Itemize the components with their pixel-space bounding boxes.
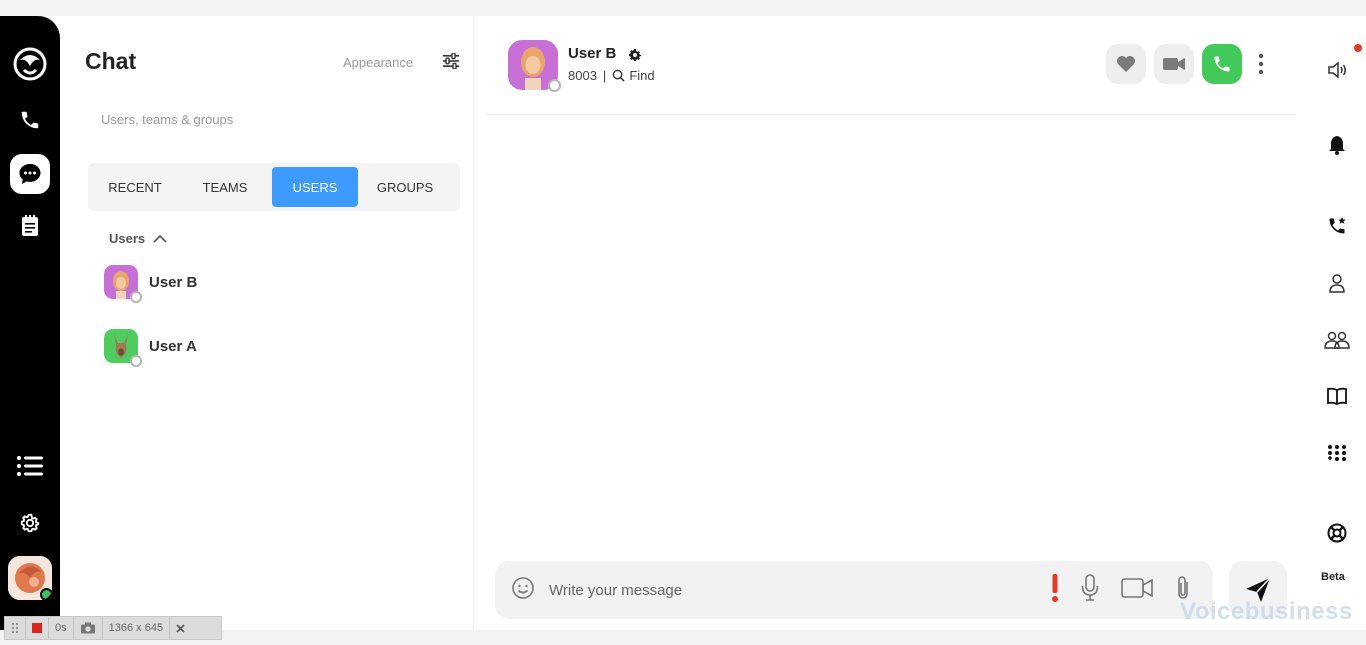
video-message-icon[interactable] [1121, 577, 1153, 604]
tab-bar: RECENT TEAMS USERS GROUPS [88, 163, 460, 211]
list-item[interactable]: User A [104, 324, 444, 368]
section-label: Users [109, 231, 146, 246]
notes-icon[interactable] [10, 206, 50, 246]
video-camera-icon [1163, 58, 1185, 70]
drag-handle-icon[interactable] [5, 617, 26, 639]
tab-recent[interactable]: RECENT [92, 167, 178, 207]
dialpad-icon[interactable] [1324, 440, 1350, 466]
brand-watermark: Voicebusiness [1180, 598, 1353, 625]
find-button[interactable]: Find [612, 68, 655, 83]
message-composer [495, 561, 1213, 619]
offline-status-icon [130, 291, 142, 303]
app-window: Chat Appearance Users, teams & groups RE… [0, 16, 1366, 630]
support-icon[interactable] [1324, 520, 1350, 546]
tab-users[interactable]: USERS [272, 167, 358, 207]
composer-actions [1051, 574, 1191, 607]
list-item[interactable]: User B [104, 260, 444, 304]
left-nav-rail [0, 16, 60, 630]
list-icon[interactable] [10, 446, 50, 486]
users-section-header[interactable]: Users [109, 231, 167, 246]
notification-dot [1354, 44, 1362, 52]
favorite-button[interactable] [1106, 44, 1146, 84]
stop-icon [32, 623, 42, 633]
capture-size: 1366 x 645 [103, 617, 171, 639]
chevron-up-icon [153, 234, 167, 243]
tab-groups[interactable]: GROUPS [362, 167, 448, 207]
recording-time: 0s [49, 617, 74, 639]
search-icon [613, 69, 625, 82]
bell-icon[interactable] [1324, 132, 1350, 158]
online-status-icon [40, 588, 52, 600]
user-name: User B [149, 273, 198, 291]
microphone-icon[interactable] [1081, 574, 1099, 607]
contact-extension: 8003 [568, 68, 597, 83]
header-actions [1106, 44, 1268, 84]
chat-list-panel: Chat Appearance Users, teams & groups RE… [60, 16, 474, 630]
appearance-link[interactable]: Appearance [343, 55, 413, 70]
tab-teams[interactable]: TEAMS [182, 167, 268, 207]
star-call-icon[interactable] [1324, 213, 1350, 239]
more-options-icon[interactable] [1254, 53, 1268, 75]
contact-name: User B [568, 45, 617, 62]
offline-status-icon [548, 79, 561, 92]
emoji-icon[interactable] [511, 576, 535, 605]
avatar [104, 265, 142, 303]
my-avatar[interactable] [8, 556, 52, 600]
chat-icon[interactable] [10, 154, 50, 194]
chat-conversation: User B 8003 | Find [474, 16, 1310, 630]
phone-icon[interactable] [10, 100, 50, 140]
heart-icon [1117, 56, 1135, 72]
gear-icon[interactable] [627, 47, 643, 68]
recorder-toolbar: 0s 1366 x 645 [4, 616, 222, 640]
find-label: Find [629, 68, 655, 83]
search-input[interactable]: Users, teams & groups [87, 98, 447, 140]
contact-avatar[interactable] [508, 40, 561, 92]
settings-icon[interactable] [10, 503, 50, 543]
close-icon[interactable] [170, 617, 191, 639]
divider: | [602, 68, 607, 83]
contact-subline: 8003 | Find [568, 68, 655, 83]
message-input[interactable] [549, 581, 1009, 599]
speaker-icon[interactable] [1324, 57, 1350, 83]
logo-icon[interactable] [10, 44, 50, 84]
panel-title: Chat [85, 48, 137, 74]
user-name: User A [149, 337, 197, 355]
sliders-icon[interactable] [442, 52, 460, 74]
phone-icon [1214, 56, 1230, 72]
camera-icon[interactable] [74, 617, 103, 639]
chat-header: User B 8003 | Find [486, 16, 1296, 115]
priority-icon[interactable] [1051, 574, 1059, 607]
team-icon[interactable] [1324, 327, 1350, 353]
right-tool-rail: Beta [1310, 16, 1366, 630]
contact-icon[interactable] [1324, 270, 1350, 296]
beta-label: Beta [1321, 571, 1345, 583]
avatar [104, 329, 142, 367]
stop-recording-button[interactable] [26, 617, 49, 639]
voice-call-button[interactable] [1202, 44, 1242, 84]
offline-status-icon [130, 355, 142, 367]
video-call-button[interactable] [1154, 44, 1194, 84]
book-icon[interactable] [1324, 383, 1350, 409]
